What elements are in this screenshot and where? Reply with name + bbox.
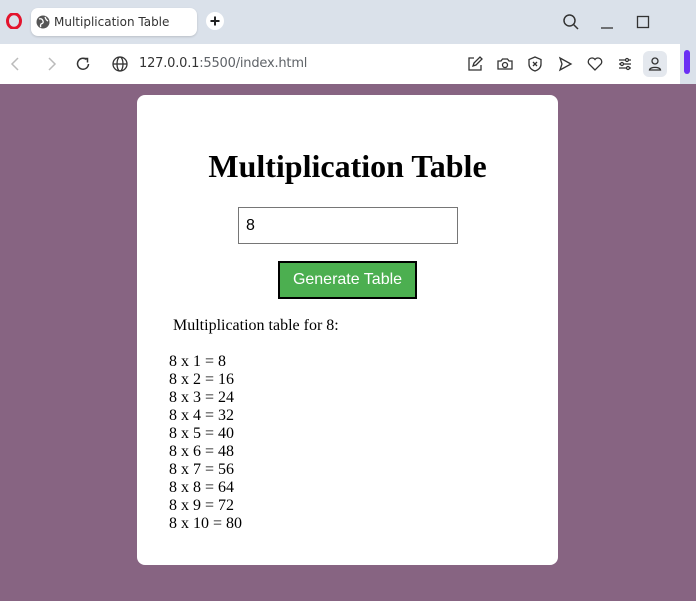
url-path: :5500/index.html [199, 56, 308, 71]
reload-icon[interactable] [73, 54, 93, 74]
url-host: 127.0.0.1 [139, 56, 200, 71]
result-row: 8 x 9 = 72 [169, 497, 235, 514]
profile-icon [648, 57, 662, 71]
page-title: Multiplication Table [208, 148, 487, 184]
minimize-icon[interactable] [597, 12, 617, 32]
result-row: 8 x 4 = 32 [169, 407, 235, 424]
tab-title: Multiplication Table [54, 15, 170, 29]
url-field[interactable]: 127.0.0.1:5500/index.html [139, 55, 307, 73]
maximize-icon[interactable] [633, 12, 653, 32]
new-tab-button[interactable] [206, 12, 224, 30]
edit-icon[interactable] [465, 54, 485, 74]
result-list: 8 x 1 = 8 8 x 2 = 16 8 x 3 = 24 8 x 4 = … [169, 353, 242, 533]
result-row: 8 x 5 = 40 [169, 425, 235, 442]
camera-icon[interactable] [495, 54, 515, 74]
result-row: 8 x 8 = 64 [169, 479, 235, 496]
shield-icon[interactable] [525, 54, 545, 74]
tab-bar: Multiplication Table [0, 0, 696, 44]
send-icon[interactable] [555, 54, 575, 74]
result-row: 8 x 6 = 48 [169, 443, 235, 460]
profile-button[interactable] [643, 51, 667, 77]
content-card: Multiplication Table Generate Table Mult… [137, 95, 558, 565]
forward-icon[interactable] [41, 54, 61, 74]
number-input[interactable] [238, 207, 458, 244]
heart-icon[interactable] [585, 54, 605, 74]
generate-table-button[interactable]: Generate Table [278, 261, 417, 299]
result-row: 8 x 10 = 80 [169, 515, 243, 532]
result-row: 8 x 1 = 8 [169, 353, 227, 370]
result-row: 8 x 2 = 16 [169, 371, 235, 388]
globe-favicon-icon [36, 15, 50, 29]
result-row: 8 x 7 = 56 [169, 461, 235, 478]
opera-logo-icon[interactable] [6, 13, 22, 29]
site-info-icon[interactable] [110, 54, 130, 74]
back-icon[interactable] [6, 54, 26, 74]
sidebar-accent[interactable] [684, 50, 690, 74]
result-heading: Multiplication table for 8: [173, 317, 339, 334]
plus-icon [210, 16, 220, 26]
address-bar: 127.0.0.1:5500/index.html [0, 44, 680, 84]
result-row: 8 x 3 = 24 [169, 389, 235, 406]
search-icon[interactable] [561, 12, 581, 32]
browser-tab[interactable]: Multiplication Table [31, 8, 197, 36]
easy-setup-icon[interactable] [615, 54, 635, 74]
